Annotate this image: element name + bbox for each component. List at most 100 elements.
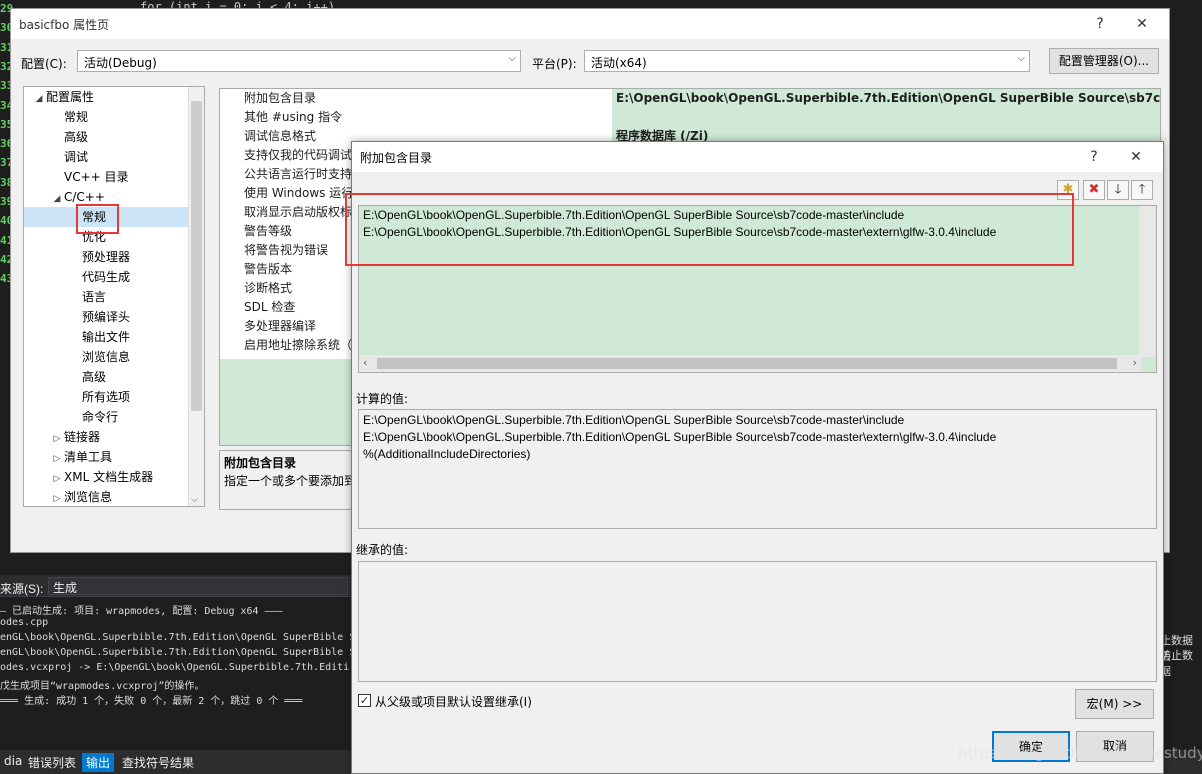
tree-item[interactable]: ▷ 链接器 <box>50 427 100 447</box>
chevron-right-icon[interactable]: › <box>1133 356 1137 369</box>
chevron-down-icon[interactable]: ⌵ <box>191 495 198 505</box>
tree-item-label: C/C++ <box>64 190 105 204</box>
property-value[interactable]: E:\OpenGL\book\OpenGL.Superbible.7th.Edi… <box>612 89 1160 108</box>
inherited-values <box>358 561 1157 682</box>
sub-help-button[interactable]: ? <box>1077 144 1111 170</box>
tree-item[interactable]: 预编译头 <box>68 307 130 327</box>
tree-item-label: 所有选项 <box>82 390 131 404</box>
close-button[interactable]: ✕ <box>1125 11 1159 37</box>
tree-item-label: 预编译头 <box>82 310 131 324</box>
property-name: 其他 #using 指令 <box>220 108 612 127</box>
highlight-box-general <box>76 204 119 234</box>
output-line: — 已启动生成: 项目: wrapmodes, 配置: Debug x64 ——… <box>0 606 283 617</box>
macro-button[interactable]: 宏(M) >> <box>1075 689 1154 719</box>
config-manager-button[interactable]: 配置管理器(O)... <box>1049 48 1159 74</box>
tree-item-label: 浏览信息 <box>82 350 131 364</box>
config-value: 活动(Debug) <box>84 56 157 70</box>
collapsed-icon[interactable]: ▷ <box>50 449 64 469</box>
tab-output[interactable]: 输出 <box>82 753 115 772</box>
tree-scroll-thumb[interactable] <box>191 101 202 411</box>
tree-item[interactable]: ▷ XML 文档生成器 <box>50 467 154 489</box>
tree-item-label: 预处理器 <box>82 250 131 264</box>
chevron-down-icon: ⌵ <box>508 53 516 64</box>
property-value[interactable] <box>612 108 1160 127</box>
tree-item-label: 常规 <box>64 110 89 124</box>
tree-item-label: 输出文件 <box>82 330 131 344</box>
tree-item-label: VC++ 目录 <box>64 170 129 184</box>
computed-line: E:\OpenGL\book\OpenGL.Superbible.7th.Edi… <box>363 430 997 444</box>
include-vscrollbar[interactable] <box>1139 206 1156 357</box>
include-hscrollbar[interactable]: ‹ › <box>359 355 1141 372</box>
tree-item-label: 语言 <box>82 290 107 304</box>
arrow-down-icon: 🡓 <box>1114 182 1122 197</box>
tree-item[interactable]: 预处理器 <box>68 247 130 267</box>
output-line: ═══ 生成: 成功 1 个，失败 0 个，最新 2 个，跳过 0 个 ═══ <box>0 696 303 707</box>
tree-item[interactable]: ▷ 清单工具 <box>50 447 112 467</box>
tree-item-label: 高级 <box>82 370 107 384</box>
platform-dropdown[interactable]: 活动(x64) ⌵ <box>584 50 1030 72</box>
collapsed-icon[interactable]: ▷ <box>50 469 64 489</box>
description-title: 附加包含目录 <box>224 456 297 470</box>
tree-item[interactable]: ▷ 浏览信息 <box>50 487 113 506</box>
chevron-left-icon[interactable]: ‹ <box>363 356 367 369</box>
config-dropdown[interactable]: 活动(Debug) ⌵ <box>77 50 521 72</box>
tree-item-label: 代码生成 <box>82 270 131 284</box>
collapsed-icon[interactable]: ▷ <box>50 489 64 506</box>
output-source-label: 来源(S): <box>0 582 44 596</box>
tree-item[interactable]: 高级 <box>50 127 88 147</box>
expanded-icon[interactable]: ◢ <box>50 189 64 209</box>
tab-error-list[interactable]: 错误列表 <box>24 753 80 772</box>
inherit-checkbox[interactable]: ✓ <box>358 694 371 707</box>
property-row[interactable]: 其他 #using 指令 <box>220 108 1160 127</box>
tree-item-label: 配置属性 <box>46 90 95 104</box>
tree-item[interactable]: 所有选项 <box>68 387 130 407</box>
tree-item[interactable]: 语言 <box>68 287 106 307</box>
computed-line: %(AdditionalIncludeDirectories) <box>363 447 531 461</box>
tree-item[interactable]: VC++ 目录 <box>50 167 129 187</box>
computed-label: 计算的值: <box>356 392 409 406</box>
help-button[interactable]: ? <box>1083 11 1117 37</box>
title-bar: basicfbo 属性页 ? ✕ <box>11 9 1169 39</box>
description-panel: 附加包含目录 指定一个或多个要添加到 <box>219 450 359 510</box>
expanded-icon[interactable]: ◢ <box>32 89 46 109</box>
output-source-select[interactable]: 生成 <box>48 577 348 595</box>
platform-label: 平台(P): <box>532 57 577 71</box>
platform-value: 活动(x64) <box>591 56 647 70</box>
tree-item-label: 链接器 <box>64 430 101 444</box>
include-hscroll-thumb[interactable] <box>377 358 1117 369</box>
move-down-button[interactable]: 🡓 <box>1107 180 1129 200</box>
output-right-fragment-2: 防止数据 <box>1160 650 1193 678</box>
collapsed-icon[interactable]: ▷ <box>50 429 64 449</box>
tree-item[interactable]: ◢ 配置属性 <box>32 87 94 107</box>
tab-find-symbol-results[interactable]: 查找符号结果 <box>118 753 198 772</box>
output-line: enGL\book\OpenGL.Superbible.7th.Edition\… <box>0 632 356 643</box>
tab-dia[interactable]: dia <box>0 753 26 769</box>
tree-item[interactable]: 代码生成 <box>68 267 130 287</box>
sub-close-button[interactable]: ✕ <box>1119 144 1153 170</box>
tree-item[interactable]: 浏览信息 <box>68 347 130 367</box>
computed-line: E:\OpenGL\book\OpenGL.Superbible.7th.Edi… <box>363 413 905 427</box>
include-directories-dialog: 附加包含目录 ? ✕ ✱ ✖ 🡓 🡑 E:\OpenGL\book\OpenGL… <box>345 141 1164 774</box>
tree-item-label: 清单工具 <box>64 450 113 464</box>
tree-scrollbar[interactable]: ⌵ <box>188 87 204 506</box>
tree-item-label: 浏览信息 <box>64 490 113 504</box>
property-name: 附加包含目录 <box>220 89 612 108</box>
tree-item-label: XML 文档生成器 <box>64 470 154 484</box>
tree-item-label: 调试 <box>64 150 89 164</box>
inherit-checkbox-label[interactable]: 从父级或项目默认设置继承(I) <box>375 693 532 710</box>
delete-button[interactable]: ✖ <box>1083 180 1105 200</box>
tree-item[interactable]: 输出文件 <box>68 327 130 347</box>
move-up-button[interactable]: 🡑 <box>1131 180 1153 200</box>
tree-item[interactable]: 调试 <box>50 147 88 167</box>
delete-icon: ✖ <box>1088 182 1100 197</box>
highlight-box-includes <box>345 193 1074 266</box>
tree-item[interactable]: 高级 <box>68 367 106 387</box>
description-text: 指定一个或多个要添加到 <box>224 474 357 488</box>
tree-item-label: 高级 <box>64 130 89 144</box>
tree-item[interactable]: 命令行 <box>68 407 118 427</box>
property-tree: ◢ 配置属性 常规 高级 调试 VC++ 目录 ◢ C/C++ 常规 优化 预处理器 代码生成 语言 预编… <box>23 86 205 507</box>
property-row[interactable]: 附加包含目录 E:\OpenGL\book\OpenGL.Superbible.7… <box>220 89 1160 108</box>
arrow-up-icon: 🡑 <box>1138 182 1146 197</box>
tree-item[interactable]: 常规 <box>50 107 88 127</box>
output-line: odes.vcxproj -> E:\OpenGL\book\OpenGL.Su… <box>0 662 350 673</box>
